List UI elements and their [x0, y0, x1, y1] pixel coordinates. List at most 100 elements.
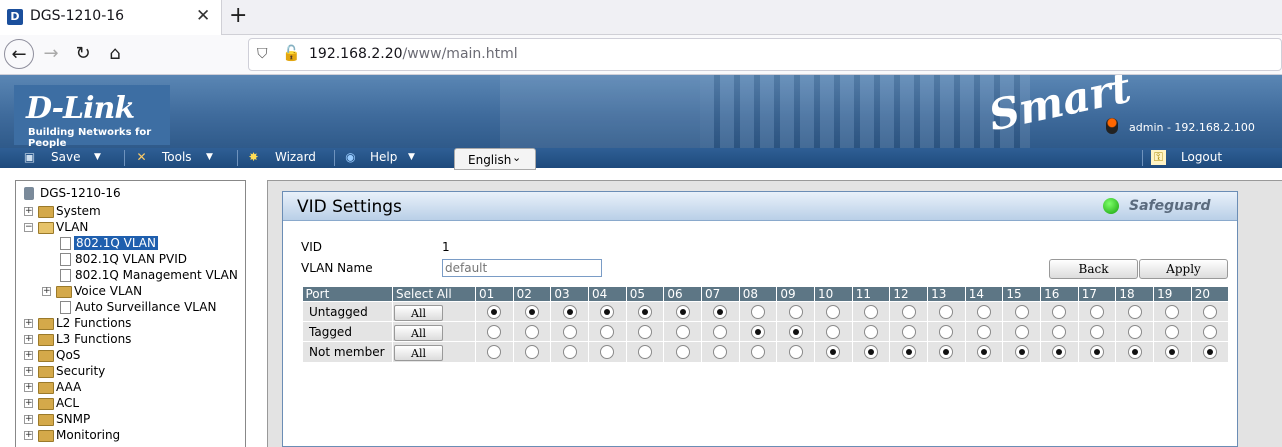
- port-cell: [1002, 321, 1041, 342]
- port-radio-button[interactable]: [675, 345, 690, 359]
- port-radio-button[interactable]: [487, 324, 502, 339]
- port-radio-button[interactable]: [1052, 324, 1067, 339]
- back-arrow-icon[interactable]: ←: [4, 39, 34, 69]
- expand-plus-icon[interactable]: +: [24, 207, 33, 216]
- port-radio-button[interactable]: [1165, 345, 1180, 359]
- port-radio-button[interactable]: [1052, 304, 1067, 319]
- port-radio-button[interactable]: [525, 324, 539, 339]
- port-cell: [663, 301, 702, 322]
- port-radio-button[interactable]: [600, 304, 615, 319]
- new-tab-icon[interactable]: +: [229, 3, 247, 28]
- language-select[interactable]: English ⌄: [454, 148, 536, 170]
- port-radio-button[interactable]: [1090, 304, 1105, 319]
- wizard-menu[interactable]: ✸ Wizard: [246, 148, 316, 168]
- collapse-minus-icon[interactable]: −: [24, 223, 33, 232]
- port-radio-button[interactable]: [939, 345, 954, 359]
- vlan-name-input[interactable]: [442, 259, 602, 277]
- select-all-button[interactable]: All: [394, 344, 443, 361]
- tools-menu[interactable]: ✕ Tools ▼: [134, 148, 216, 168]
- port-radio-button[interactable]: [901, 345, 916, 359]
- expand-plus-icon[interactable]: +: [24, 415, 33, 424]
- url-text[interactable]: 192.168.2.20/www/main.html: [309, 46, 518, 62]
- port-radio-button[interactable]: [788, 324, 803, 339]
- select-all-cell: All: [392, 341, 476, 362]
- port-radio-button[interactable]: [1014, 304, 1029, 319]
- address-bar[interactable]: ⛉ 🔓 192.168.2.20/www/main.html: [248, 38, 1282, 71]
- port-radio-button[interactable]: [1014, 345, 1029, 359]
- port-radio-button[interactable]: [939, 304, 954, 319]
- port-radio-button[interactable]: [1090, 324, 1105, 339]
- port-radio-button[interactable]: [977, 324, 992, 339]
- close-tab-icon[interactable]: ✕: [196, 6, 210, 26]
- apply-button[interactable]: Apply: [1139, 259, 1228, 279]
- folder-icon: [38, 334, 54, 346]
- shield-icon[interactable]: ⛉: [257, 46, 268, 62]
- port-radio-button[interactable]: [939, 324, 954, 339]
- port-radio-button[interactable]: [1052, 345, 1067, 359]
- port-radio-button[interactable]: [826, 324, 841, 339]
- port-radio-button[interactable]: [713, 304, 728, 319]
- select-all-button[interactable]: All: [394, 324, 443, 341]
- reload-icon[interactable]: ↻: [68, 39, 98, 69]
- port-radio-button[interactable]: [788, 345, 803, 359]
- expand-plus-icon[interactable]: +: [24, 367, 33, 376]
- port-radio-button[interactable]: [525, 304, 539, 319]
- port-radio-button[interactable]: [562, 324, 577, 339]
- port-radio-button[interactable]: [901, 304, 916, 319]
- port-radio-button[interactable]: [864, 345, 879, 359]
- port-radio-button[interactable]: [1202, 324, 1217, 339]
- port-radio-button[interactable]: [977, 345, 992, 359]
- select-all-button[interactable]: All: [394, 304, 443, 321]
- expand-plus-icon[interactable]: +: [42, 287, 51, 296]
- port-radio-button[interactable]: [713, 345, 728, 359]
- port-radio-button[interactable]: [525, 345, 539, 359]
- port-radio-button[interactable]: [1202, 345, 1217, 359]
- help-menu[interactable]: ◉ Help ▼: [343, 148, 423, 168]
- table-header-row: Port Select All 01 02 03 04 05 06 07 08 09 10 11 12…: [302, 287, 1228, 302]
- expand-plus-icon[interactable]: +: [24, 383, 33, 392]
- expand-plus-icon[interactable]: +: [24, 431, 33, 440]
- port-radio-button[interactable]: [675, 324, 690, 339]
- port-radio-button[interactable]: [562, 345, 577, 359]
- port-radio-button[interactable]: [1127, 304, 1142, 319]
- port-radio-button[interactable]: [600, 345, 615, 359]
- port-radio-button[interactable]: [562, 304, 577, 319]
- port-radio-button[interactable]: [713, 324, 728, 339]
- port-radio-button[interactable]: [1090, 345, 1105, 359]
- port-radio-button[interactable]: [901, 324, 916, 339]
- port-radio-button[interactable]: [864, 304, 879, 319]
- back-button[interactable]: Back: [1049, 259, 1138, 279]
- port-radio-button[interactable]: [977, 304, 992, 319]
- insecure-lock-icon[interactable]: 🔓: [282, 44, 301, 62]
- logout-menu[interactable]: ⚿ Logout: [1151, 148, 1226, 168]
- expand-plus-icon[interactable]: +: [24, 335, 33, 344]
- port-radio-button[interactable]: [638, 324, 653, 339]
- port-radio-button[interactable]: [487, 304, 502, 319]
- port-cell: [1190, 341, 1228, 362]
- port-radio-button[interactable]: [788, 304, 803, 319]
- port-radio-button[interactable]: [826, 345, 841, 359]
- port-radio-button[interactable]: [638, 345, 653, 359]
- home-icon[interactable]: ⌂: [100, 39, 130, 69]
- port-radio-button[interactable]: [1127, 324, 1142, 339]
- expand-plus-icon[interactable]: +: [24, 351, 33, 360]
- forward-arrow-icon[interactable]: →: [36, 39, 66, 69]
- port-radio-button[interactable]: [751, 345, 766, 359]
- port-radio-button[interactable]: [751, 324, 766, 339]
- browser-tab[interactable]: D DGS-1210-16 ✕: [0, 0, 222, 35]
- port-radio-button[interactable]: [864, 324, 879, 339]
- port-radio-button[interactable]: [1202, 304, 1217, 319]
- port-radio-button[interactable]: [638, 304, 653, 319]
- port-radio-button[interactable]: [1165, 304, 1180, 319]
- save-menu[interactable]: ▣ Save ▼: [22, 148, 104, 168]
- expand-plus-icon[interactable]: +: [24, 319, 33, 328]
- port-radio-button[interactable]: [675, 304, 690, 319]
- port-radio-button[interactable]: [1014, 324, 1029, 339]
- port-radio-button[interactable]: [751, 304, 766, 319]
- expand-plus-icon[interactable]: +: [24, 399, 33, 408]
- port-radio-button[interactable]: [1127, 345, 1142, 359]
- port-radio-button[interactable]: [600, 324, 615, 339]
- port-radio-button[interactable]: [1165, 324, 1180, 339]
- port-radio-button[interactable]: [487, 345, 502, 359]
- port-radio-button[interactable]: [826, 304, 841, 319]
